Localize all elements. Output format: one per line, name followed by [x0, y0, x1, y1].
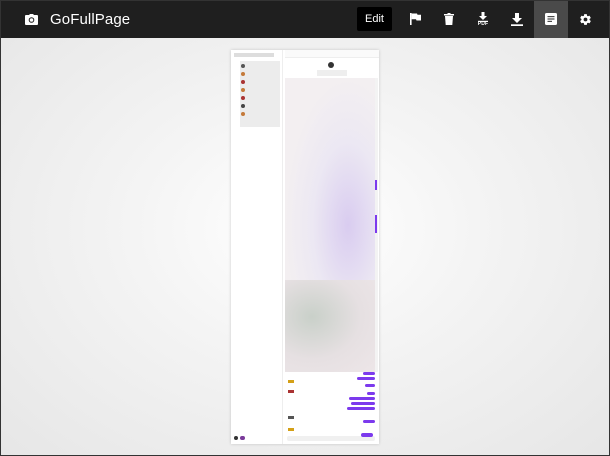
- brand: GoFullPage: [0, 0, 130, 38]
- preview-avatar: [240, 436, 245, 440]
- preview-avatar: [241, 96, 245, 100]
- download-icon: [511, 12, 523, 26]
- preview-message-bubble: [347, 407, 375, 410]
- preview-avatar: [241, 88, 245, 92]
- preview-message-bubble: [349, 397, 375, 400]
- preview-profile-block: [317, 70, 347, 76]
- preview-chat-header: [285, 50, 379, 58]
- download-pdf-icon: PDF: [477, 11, 489, 27]
- preview-scroll-marker: [375, 215, 377, 233]
- preview-message-bubble: [363, 420, 375, 423]
- document-icon: [545, 13, 557, 25]
- preview-avatar: [241, 64, 245, 68]
- preview-message-bubble: [351, 402, 375, 405]
- app-title: GoFullPage: [50, 10, 131, 28]
- edit-button[interactable]: Edit: [357, 7, 392, 31]
- preview-scroll-marker: [375, 180, 377, 190]
- preview-avatar: [234, 436, 238, 440]
- screenshot-preview[interactable]: [231, 50, 379, 444]
- preview-avatar: [241, 104, 245, 108]
- document-button[interactable]: [534, 0, 568, 38]
- preview-emoji: [288, 390, 294, 393]
- preview-sidebar-header: [234, 53, 274, 57]
- download-button[interactable]: [500, 0, 534, 38]
- preview-emoji: [288, 380, 294, 383]
- trash-icon: [444, 13, 454, 25]
- preview-avatar: [241, 80, 245, 84]
- preview-avatar: [241, 72, 245, 76]
- preview-message-bubble: [363, 372, 375, 375]
- preview-profile-avatar: [328, 62, 334, 68]
- settings-button[interactable]: [568, 0, 602, 38]
- preview-emoji: [288, 416, 294, 419]
- preview-sidebar-list: [240, 61, 280, 127]
- gear-icon: [579, 13, 592, 26]
- delete-button[interactable]: [432, 0, 466, 38]
- flag-button[interactable]: [398, 0, 432, 38]
- preview-message-bubble: [367, 392, 375, 395]
- preview-emoji: [288, 428, 294, 431]
- download-pdf-button[interactable]: PDF: [466, 0, 500, 38]
- preview-blurred-bottom: [285, 280, 375, 372]
- camera-icon[interactable]: [24, 12, 38, 26]
- preview-message-bubble: [357, 377, 375, 380]
- flag-icon: [409, 13, 421, 25]
- top-toolbar: GoFullPage Edit PDF: [0, 0, 610, 38]
- preview-send-bubble: [361, 433, 373, 437]
- preview-message-bubble: [365, 384, 375, 387]
- toolbar-actions: Edit PDF: [357, 0, 610, 38]
- preview-avatar: [241, 112, 245, 116]
- pdf-label: PDF: [477, 20, 489, 27]
